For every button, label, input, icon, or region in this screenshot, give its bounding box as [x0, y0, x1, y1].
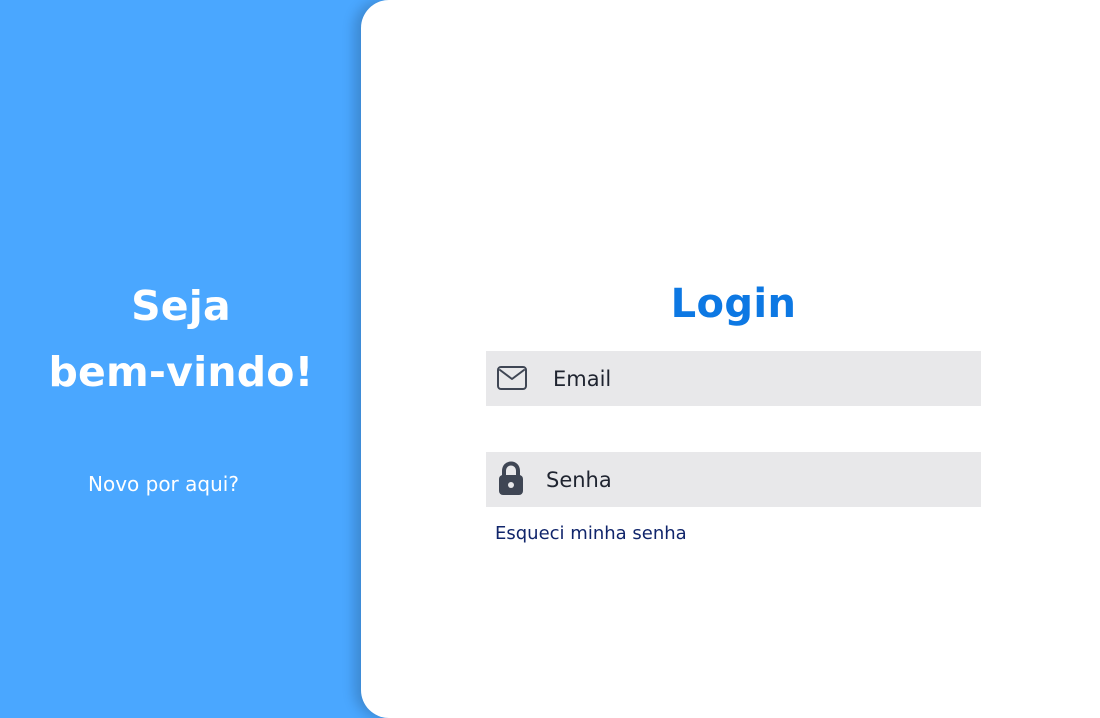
welcome-title-line-2: bem-vindo!: [48, 348, 314, 397]
envelope-icon: [497, 366, 527, 390]
email-field[interactable]: [486, 351, 981, 406]
login-page: Seja bem-vindo! Novo por aqui? Login Esq…: [0, 0, 1100, 718]
welcome-panel: Seja bem-vindo! Novo por aqui?: [0, 0, 362, 718]
email-input[interactable]: [553, 351, 963, 406]
welcome-title: Seja bem-vindo!: [0, 273, 362, 405]
lock-icon: [499, 461, 523, 495]
login-card: Login Esqueci minha senha: [361, 0, 1100, 718]
new-here-label: Novo por aqui?: [88, 472, 239, 496]
welcome-title-line-1: Seja: [131, 282, 231, 331]
password-input[interactable]: [546, 452, 966, 507]
forgot-password-link[interactable]: Esqueci minha senha: [495, 521, 687, 547]
password-field[interactable]: [486, 452, 981, 507]
login-title: Login: [670, 281, 797, 328]
